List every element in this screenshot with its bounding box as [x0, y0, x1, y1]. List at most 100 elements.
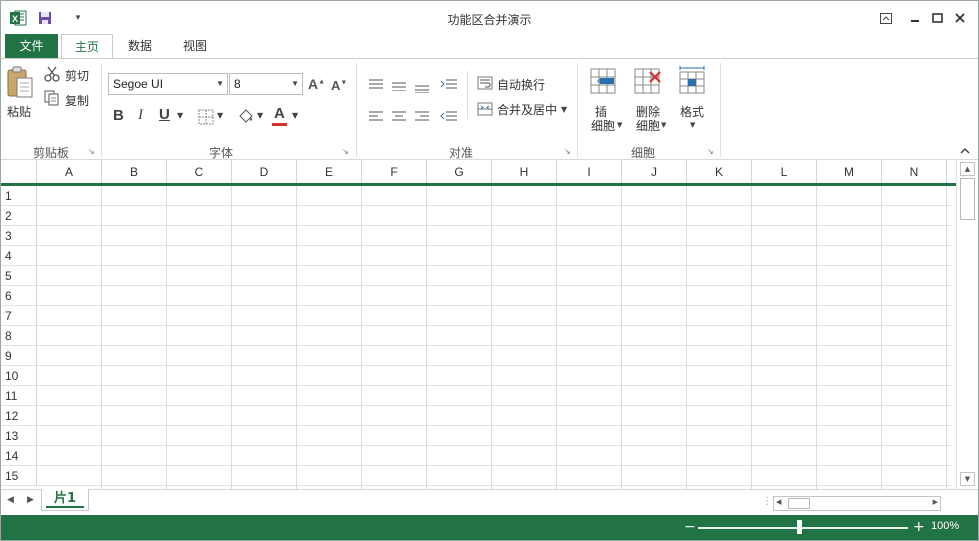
- row-header-1[interactable]: 1: [1, 186, 37, 206]
- scroll-down-icon[interactable]: ▼: [960, 472, 975, 486]
- align-top-icon[interactable]: [367, 77, 385, 91]
- column-header-h[interactable]: H: [492, 160, 557, 183]
- row-header-8[interactable]: 8: [1, 326, 37, 346]
- format-cells-icon[interactable]: [677, 65, 707, 95]
- borders-dropdown-icon[interactable]: ▼: [217, 111, 223, 120]
- row-header-9[interactable]: 9: [1, 346, 37, 366]
- horizontal-scrollbar[interactable]: ◀ ▶: [773, 496, 941, 511]
- align-bottom-icon[interactable]: [413, 81, 431, 95]
- underline-button[interactable]: U: [159, 106, 170, 123]
- ribbon-display-icon[interactable]: [875, 8, 897, 28]
- row-header-6[interactable]: 6: [1, 286, 37, 306]
- insert-dropdown-icon[interactable]: ▼: [617, 121, 622, 129]
- close-icon[interactable]: [949, 8, 971, 28]
- row-header-5[interactable]: 5: [1, 266, 37, 286]
- tab-view[interactable]: 视图: [173, 34, 217, 59]
- column-header-d[interactable]: D: [232, 160, 297, 183]
- merge-center-button[interactable]: 合并及居中: [497, 101, 557, 118]
- format-cells-button[interactable]: 格式: [680, 103, 704, 120]
- align-center-icon[interactable]: [390, 109, 408, 123]
- column-header-j[interactable]: J: [622, 160, 687, 183]
- vertical-scroll-thumb[interactable]: [960, 178, 975, 220]
- font-name-combo[interactable]: Segoe UI ▼: [108, 73, 228, 95]
- column-header-a[interactable]: A: [37, 160, 102, 183]
- sheet-tab-active[interactable]: 片1: [41, 489, 89, 511]
- cell-area[interactable]: [37, 186, 952, 489]
- zoom-slider-track[interactable]: [698, 527, 908, 529]
- underline-dropdown-icon[interactable]: ▼: [177, 111, 183, 120]
- insert-cells-label2[interactable]: 细胞: [591, 117, 615, 134]
- delete-cells-icon[interactable]: [633, 67, 663, 95]
- font-color-button[interactable]: A: [274, 105, 285, 122]
- split-handle-icon[interactable]: ⋮: [762, 496, 772, 507]
- merge-dropdown-icon[interactable]: ▼: [561, 105, 567, 114]
- row-header-12[interactable]: 12: [1, 406, 37, 426]
- italic-button[interactable]: I: [138, 107, 143, 124]
- row-header-4[interactable]: 4: [1, 246, 37, 266]
- collapse-ribbon-icon[interactable]: [958, 143, 972, 157]
- tab-data[interactable]: 数据: [117, 34, 163, 59]
- sheet-prev-icon[interactable]: ◀: [7, 495, 14, 505]
- paste-icon[interactable]: [6, 65, 34, 101]
- select-all-corner[interactable]: [1, 160, 37, 183]
- zoom-out-icon[interactable]: −: [684, 519, 696, 535]
- vertical-scrollbar[interactable]: ▲ ▼: [956, 160, 978, 489]
- font-color-dropdown-icon[interactable]: ▼: [292, 111, 298, 120]
- wrap-text-icon[interactable]: [476, 75, 494, 91]
- bold-button[interactable]: B: [113, 107, 124, 124]
- zoom-in-icon[interactable]: +: [913, 519, 925, 535]
- cut-button[interactable]: 剪切: [65, 67, 89, 84]
- indent-icon[interactable]: [440, 77, 458, 93]
- merge-center-icon[interactable]: [476, 101, 494, 117]
- font-size-combo[interactable]: 8 ▼: [229, 73, 303, 95]
- delete-dropdown-icon[interactable]: ▼: [661, 121, 666, 129]
- row-header-2[interactable]: 2: [1, 206, 37, 226]
- row-header-11[interactable]: 11: [1, 386, 37, 406]
- column-header-f[interactable]: F: [362, 160, 427, 183]
- scroll-left-icon[interactable]: ◀: [776, 498, 781, 506]
- column-header-l[interactable]: L: [752, 160, 817, 183]
- tab-home[interactable]: 主页: [61, 34, 113, 59]
- zoom-level[interactable]: 100%: [931, 520, 959, 532]
- shrink-font-button[interactable]: A▼: [331, 78, 347, 93]
- align-middle-icon[interactable]: [390, 79, 408, 93]
- column-header-g[interactable]: G: [427, 160, 492, 183]
- column-header-b[interactable]: B: [102, 160, 167, 183]
- tab-file[interactable]: 文件: [5, 34, 58, 59]
- row-header-14[interactable]: 14: [1, 446, 37, 466]
- copy-icon[interactable]: [43, 89, 61, 107]
- row-header-13[interactable]: 13: [1, 426, 37, 446]
- copy-button[interactable]: 复制: [65, 92, 89, 109]
- column-header-m[interactable]: M: [817, 160, 882, 183]
- align-right-icon[interactable]: [413, 109, 431, 123]
- scroll-up-icon[interactable]: ▲: [960, 162, 975, 176]
- column-header-i[interactable]: I: [557, 160, 622, 183]
- fill-color-dropdown-icon[interactable]: ▼: [257, 111, 263, 120]
- delete-cells-label2[interactable]: 细胞: [636, 117, 660, 134]
- borders-icon[interactable]: [197, 108, 215, 126]
- clipboard-launcher-icon[interactable]: ↘: [88, 147, 97, 156]
- row-header-15[interactable]: 15: [1, 466, 37, 486]
- cut-icon[interactable]: [43, 65, 61, 83]
- fill-color-icon[interactable]: [237, 107, 255, 125]
- align-left-icon[interactable]: [367, 109, 385, 123]
- zoom-slider-thumb[interactable]: [796, 520, 802, 534]
- column-header-n[interactable]: N: [882, 160, 947, 183]
- paste-button[interactable]: 粘贴: [7, 103, 31, 120]
- minimize-icon[interactable]: [904, 8, 926, 28]
- row-header-7[interactable]: 7: [1, 306, 37, 326]
- format-dropdown-icon[interactable]: ▼: [690, 121, 695, 129]
- outdent-icon[interactable]: [440, 109, 458, 125]
- alignment-launcher-icon[interactable]: ↘: [564, 147, 573, 156]
- column-header-c[interactable]: C: [167, 160, 232, 183]
- column-header-k[interactable]: K: [687, 160, 752, 183]
- grow-font-button[interactable]: A▲: [308, 76, 325, 92]
- wrap-text-button[interactable]: 自动换行: [497, 76, 545, 93]
- column-header-e[interactable]: E: [297, 160, 362, 183]
- font-launcher-icon[interactable]: ↘: [342, 147, 351, 156]
- scroll-right-icon[interactable]: ▶: [933, 498, 938, 506]
- cells-launcher-icon[interactable]: ↘: [707, 147, 716, 156]
- row-header-10[interactable]: 10: [1, 366, 37, 386]
- row-header-3[interactable]: 3: [1, 226, 37, 246]
- horizontal-scroll-thumb[interactable]: [788, 498, 810, 509]
